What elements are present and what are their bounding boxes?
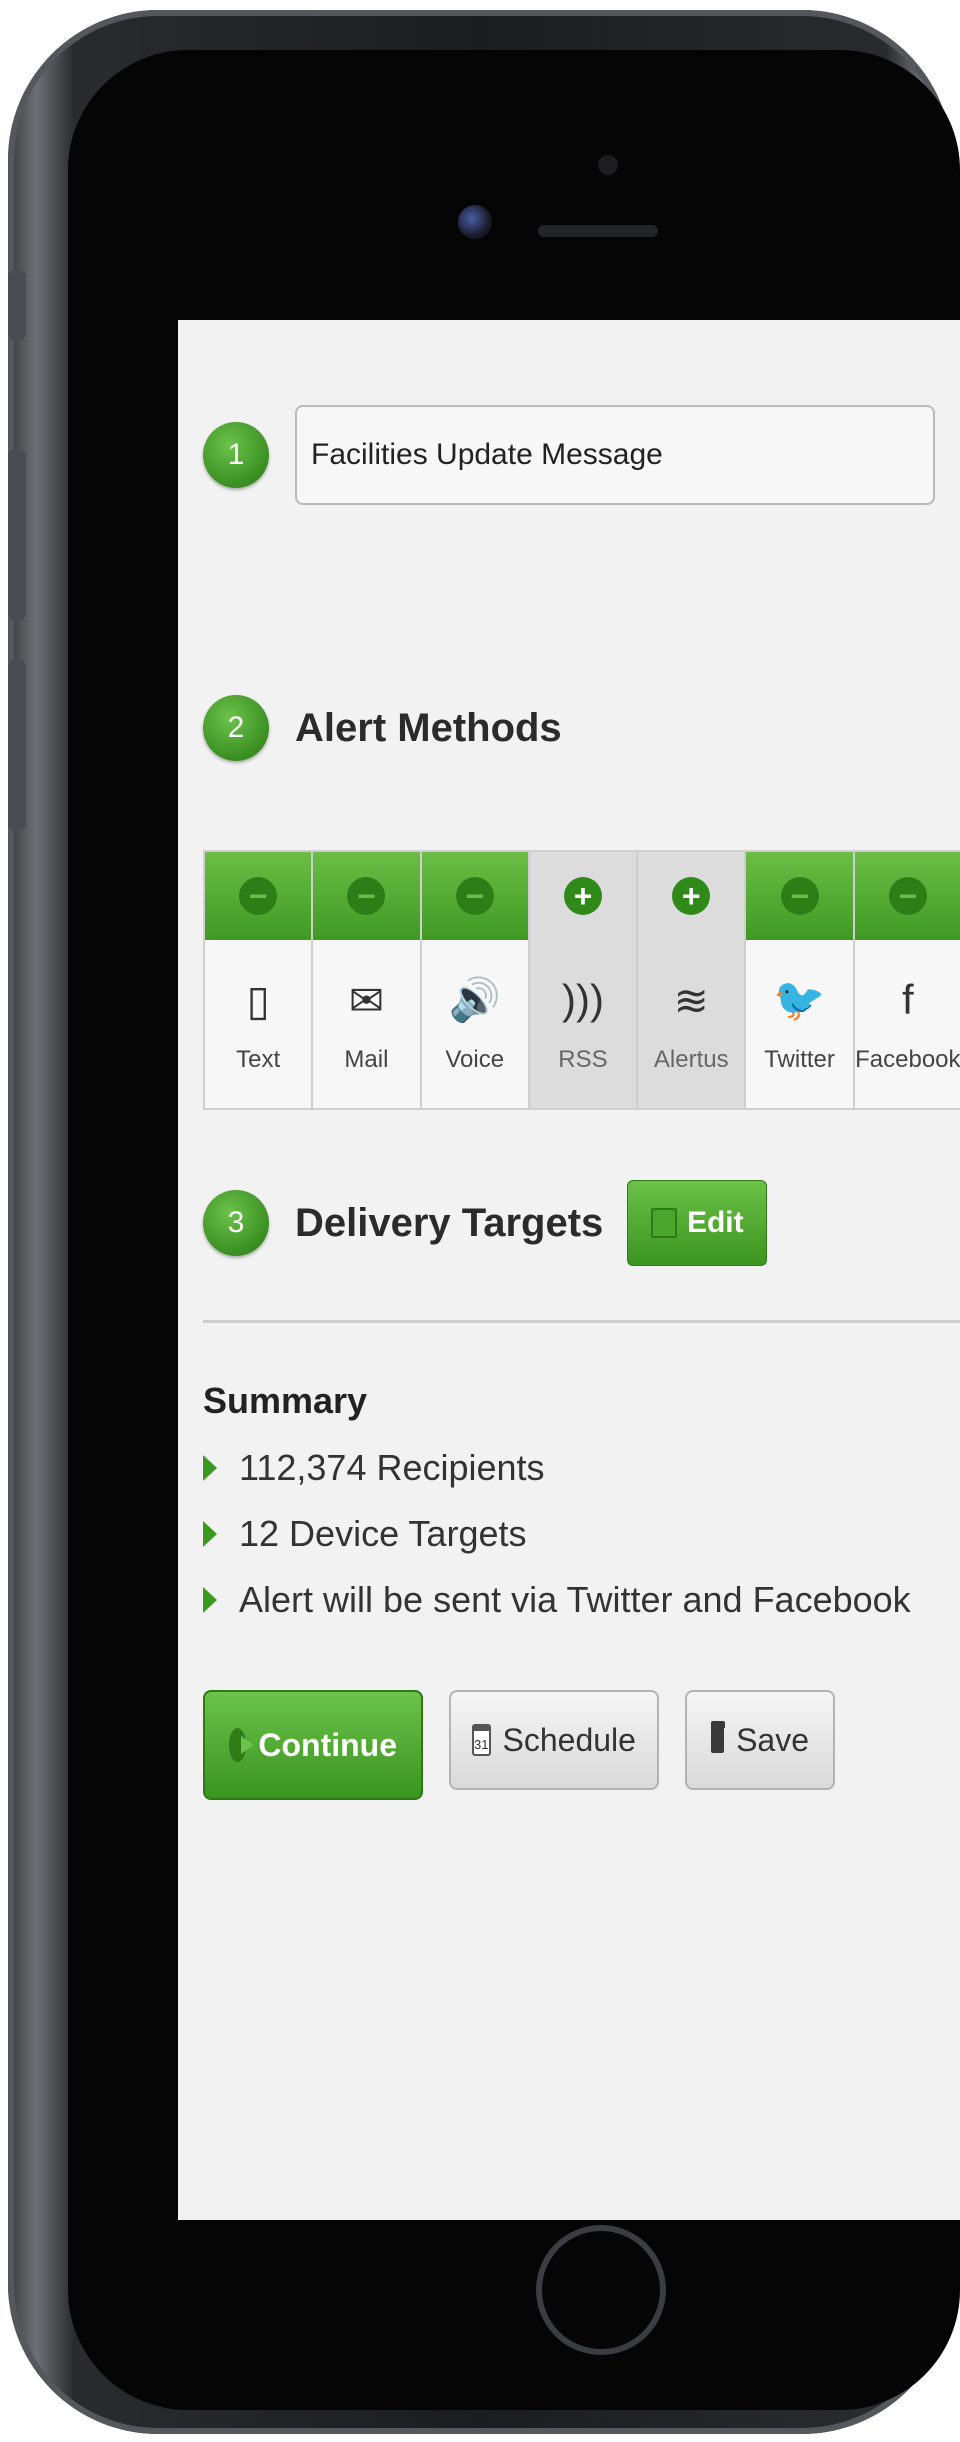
twitter-bird-icon: 🐦 <box>773 976 826 1023</box>
phone-frame: 1 2 Alert Methods − ▯ Text − ✉ Mail − 🔊 Voice +))… <box>8 10 960 2434</box>
step-2-badge: 2 <box>203 695 269 761</box>
action-buttons: Continue 31 Schedule Save <box>203 1690 835 1800</box>
remove-circle-icon: − <box>347 877 386 915</box>
alert-method-toggle[interactable]: − <box>205 852 312 940</box>
edit-button-label: Edit <box>686 1206 744 1239</box>
alert-method-label: Twitter <box>764 1046 835 1073</box>
remove-circle-icon: − <box>780 877 819 915</box>
summary-title: Summary <box>203 1380 368 1421</box>
facebook-icon: f <box>901 976 914 1023</box>
summary-item-recipients: 112,374 Recipients <box>203 1435 911 1501</box>
step-3-row: 3 Delivery Targets Edit <box>203 1180 768 1266</box>
alert-method-rss[interactable]: +))) RSS <box>529 850 639 1110</box>
summary-item-text: 112,374 Recipients <box>239 1447 545 1488</box>
alert-method-text[interactable]: − ▯ Text <box>203 850 314 1110</box>
earpiece-speaker <box>538 225 658 237</box>
alert-method-label: Alertus <box>653 1046 729 1073</box>
wifi-icon: ≋ <box>673 977 709 1024</box>
alert-method-voice[interactable]: − 🔊 Voice <box>421 850 530 1110</box>
edit-delivery-targets-button[interactable]: Edit <box>627 1180 768 1266</box>
alert-methods-grid: − ▯ Text − ✉ Mail − 🔊 Voice +))) RSS + ≋ Alertus − 🐦 Twi… <box>203 850 960 1110</box>
app-screen: 1 2 Alert Methods − ▯ Text − ✉ Mail − 🔊 Voice +))… <box>178 320 960 2220</box>
speaker-icon: 🔊 <box>448 976 501 1023</box>
step-1-badge: 1 <box>203 422 269 488</box>
alert-method-label: Facebook <box>855 1046 960 1073</box>
remove-circle-icon: − <box>239 877 278 915</box>
mail-icon: ✉ <box>348 977 385 1024</box>
alert-methods-title: Alert Methods <box>295 705 562 750</box>
remove-circle-icon: − <box>455 877 494 915</box>
summary-item-text: 12 Device Targets <box>239 1513 527 1554</box>
alert-method-toggle[interactable]: − <box>421 852 528 940</box>
continue-button[interactable]: Continue <box>203 1690 423 1800</box>
phone-bezel: 1 2 Alert Methods − ▯ Text − ✉ Mail − 🔊 Voice +))… <box>68 50 960 2410</box>
home-button[interactable] <box>536 2225 666 2355</box>
save-label: Save <box>736 1721 809 1758</box>
step-3-badge: 3 <box>203 1190 269 1256</box>
proximity-sensor <box>598 155 618 175</box>
volume-down-button <box>8 660 26 830</box>
schedule-button[interactable]: 31 Schedule <box>449 1690 659 1790</box>
alert-method-toggle[interactable]: − <box>854 852 960 940</box>
summary-item-device-targets: 12 Device Targets <box>203 1501 911 1567</box>
summary-item-text: Alert will be sent via Twitter and Faceb… <box>239 1579 911 1620</box>
step-2-row: 2 Alert Methods <box>203 695 562 761</box>
summary-item-channels: Alert will be sent via Twitter and Faceb… <box>203 1567 911 1633</box>
bullet-arrow-icon <box>203 1455 217 1481</box>
alert-method-facebook[interactable]: − f Facebook <box>854 850 960 1110</box>
phone-icon: ▯ <box>246 977 270 1024</box>
alert-method-label: Voice <box>445 1046 505 1073</box>
alert-method-toggle[interactable]: + <box>530 852 636 940</box>
alert-method-label: RSS <box>558 1046 608 1073</box>
alert-method-alertus[interactable]: + ≋ Alertus <box>638 850 747 1110</box>
alert-method-mail[interactable]: − ✉ Mail <box>313 850 422 1110</box>
calendar-icon: 31 <box>472 1724 491 1756</box>
mute-switch <box>8 270 26 340</box>
delivery-targets-title: Delivery Targets <box>295 1200 604 1245</box>
alert-method-toggle[interactable]: − <box>313 852 420 940</box>
alert-method-toggle[interactable]: + <box>638 852 744 940</box>
schedule-label: Schedule <box>502 1721 636 1758</box>
alert-method-label: Mail <box>344 1046 389 1073</box>
message-title-input[interactable] <box>295 405 935 505</box>
rss-icon: ))) <box>562 976 604 1023</box>
summary-list: 112,374 Recipients 12 Device Targets Ale… <box>203 1435 911 1633</box>
bullet-arrow-icon <box>203 1521 217 1547</box>
volume-up-button <box>8 450 26 620</box>
alert-method-twitter[interactable]: − 🐦 Twitter <box>746 850 855 1110</box>
folder-icon <box>711 1721 726 1753</box>
save-button[interactable]: Save <box>685 1690 835 1790</box>
section-divider <box>203 1320 960 1323</box>
add-circle-icon: + <box>563 877 602 915</box>
continue-label: Continue <box>258 1726 397 1763</box>
alert-method-toggle[interactable]: − <box>746 852 853 940</box>
front-camera-icon <box>458 205 492 239</box>
remove-circle-icon: − <box>888 877 927 915</box>
bullet-arrow-icon <box>203 1587 217 1613</box>
alert-method-label: Text <box>236 1046 281 1073</box>
edit-list-icon <box>650 1208 677 1238</box>
add-circle-icon: + <box>672 877 711 915</box>
step-1-row: 1 <box>203 405 935 505</box>
play-icon <box>229 1728 255 1762</box>
